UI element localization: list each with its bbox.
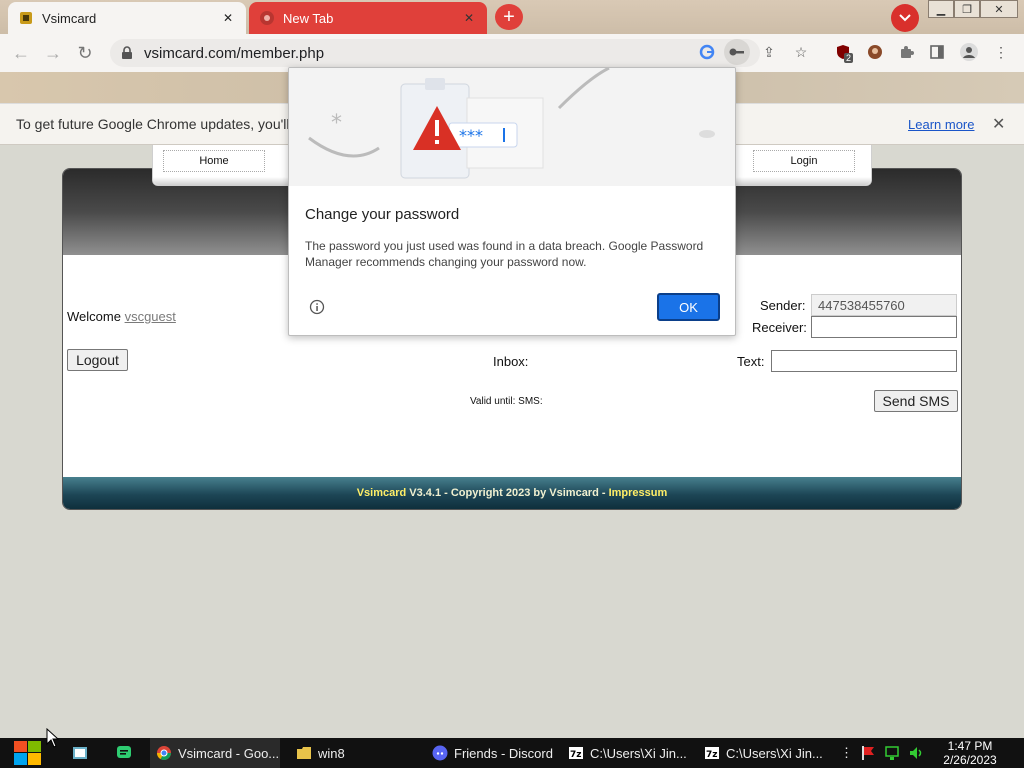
dialog-title: Change your password [305,206,460,223]
menu-login[interactable]: Login [753,150,855,172]
receiver-field[interactable] [811,316,957,338]
info-icon[interactable] [309,299,325,315]
impressum-link[interactable]: Impressum [609,487,668,499]
welcome-label: Welcome [67,309,121,324]
chat-icon [117,746,131,758]
profile-icon[interactable] [956,39,982,65]
sender-label: Sender: [760,298,806,313]
taskbar-label: Friends - Discord [454,745,553,761]
password-breach-illustration: * *** [308,68,715,179]
tab-vsimcard[interactable]: Vsimcard ✕ [8,2,246,34]
taskbar-item-7zip-2[interactable]: 7z C:\Users\Xi Jin... [698,738,828,768]
learn-more-link[interactable]: Learn more [908,117,974,132]
clock-time: 1:47 PM [947,739,993,753]
close-icon[interactable]: ✕ [220,10,236,26]
taskbar-item-7zip-1[interactable]: 7z C:\Users\Xi Jin... [562,738,692,768]
google-icon[interactable] [694,39,720,65]
minimize-button[interactable]: ▁ [928,0,954,18]
maximize-button[interactable]: ❐ [954,0,980,18]
chrome-icon [157,746,171,760]
welcome-text: Welcome vscguest [67,309,176,324]
valid-until-label: Valid until: SMS: [470,396,543,407]
network-icon[interactable] [878,738,900,768]
taskbar-label: win8 [318,745,345,761]
lock-icon [122,46,132,59]
reload-button[interactable]: ↻ [74,42,96,64]
logout-button[interactable]: Logout [67,349,128,371]
dialog-body: The password you just used was found in … [305,239,704,269]
svg-text:7z: 7z [570,750,582,760]
change-password-dialog: * *** Change your password The password … [288,67,736,336]
chrome-icon [259,10,275,26]
star-icon[interactable]: ☆ [788,39,814,65]
volume-icon[interactable] [902,738,924,768]
share-icon[interactable]: ⇪ [756,39,782,65]
folder-icon [297,747,311,759]
receiver-label: Receiver: [752,320,807,335]
panel-footer: Vsimcard V3.4.1 - Copyright 2023 by Vsim… [63,477,961,509]
menu-home[interactable]: Home [163,150,265,172]
mouse-cursor-icon [46,728,60,748]
text-label: Text: [737,354,765,369]
masked-password: *** [459,126,483,145]
close-icon[interactable]: ✕ [461,10,477,26]
taskbar-app-icon[interactable] [110,738,138,768]
username-link[interactable]: vscguest [125,309,176,324]
taskbar-label: C:\Users\Xi Jin... [726,745,823,761]
key-icon[interactable] [724,39,750,65]
clock[interactable]: 1:47 PM 2/26/2023 [930,739,1010,767]
close-window-button[interactable]: ✕ [980,0,1018,18]
back-button[interactable]: ← [10,42,32,64]
clock-date: 2/26/2023 [943,753,997,767]
send-sms-button[interactable]: Send SMS [874,390,958,412]
footer-brand: Vsimcard [356,487,407,499]
address-bar[interactable]: vsimcard.com/member.php [110,39,760,67]
text-field[interactable] [771,350,957,372]
tab-search-button[interactable] [891,4,919,32]
start-button[interactable] [6,738,48,768]
window-icon [73,747,87,759]
ublock-icon[interactable]: 2 [830,39,856,65]
taskbar-label: C:\Users\Xi Jin... [590,745,687,761]
taskbar-item-discord[interactable]: Friends - Discord [426,738,556,768]
close-icon[interactable]: ✕ [992,114,1005,134]
discord-icon [432,745,448,761]
tab-title: Vsimcard [42,10,97,26]
tray-more-icon[interactable]: ⋮ [834,738,848,768]
ok-button[interactable]: OK [657,293,720,321]
extension-avatar-icon[interactable] [862,39,888,65]
taskbar-label: Vsimcard - Goo... [178,745,280,761]
browser-titlebar: Vsimcard ✕ New Tab ✕ + ▁ ❐ ✕ [0,0,1024,34]
chevron-down-icon [899,14,911,22]
taskbar-item-win8[interactable]: win8 [290,738,420,768]
svg-text:7z: 7z [706,750,718,760]
new-tab-button[interactable]: + [495,4,523,30]
dialog-illustration: * *** [289,68,735,186]
windows-logo-icon [14,741,41,765]
forward-button[interactable]: → [42,42,64,64]
taskbar-app-icon[interactable] [66,738,94,768]
svg-text:*: * [331,111,342,136]
footer-copyright: V3.4.1 - Copyright 2023 by Vsimcard - [406,487,609,499]
inbox-label: Inbox: [493,354,529,369]
extension-badge: 2 [844,53,854,63]
more-menu-icon[interactable]: ⋮ [988,39,1014,65]
7zip-icon: 7z [569,747,583,760]
sim-card-icon [18,10,34,26]
flag-icon[interactable] [854,738,876,768]
taskbar: Vsimcard - Goo... win8 Friends - Discord… [0,738,1024,768]
extensions-puzzle-icon[interactable] [894,39,920,65]
side-panel-icon[interactable] [924,39,950,65]
7zip-icon: 7z [705,747,719,760]
sender-field: 447538455760 [811,294,957,316]
url-text: vsimcard.com/member.php [144,44,325,62]
tab-new-tab[interactable]: New Tab ✕ [249,2,487,34]
infobar-message: To get future Google Chrome updates, you… [16,116,296,132]
taskbar-item-chrome[interactable]: Vsimcard - Goo... [150,738,280,768]
tab-title: New Tab [283,10,334,26]
